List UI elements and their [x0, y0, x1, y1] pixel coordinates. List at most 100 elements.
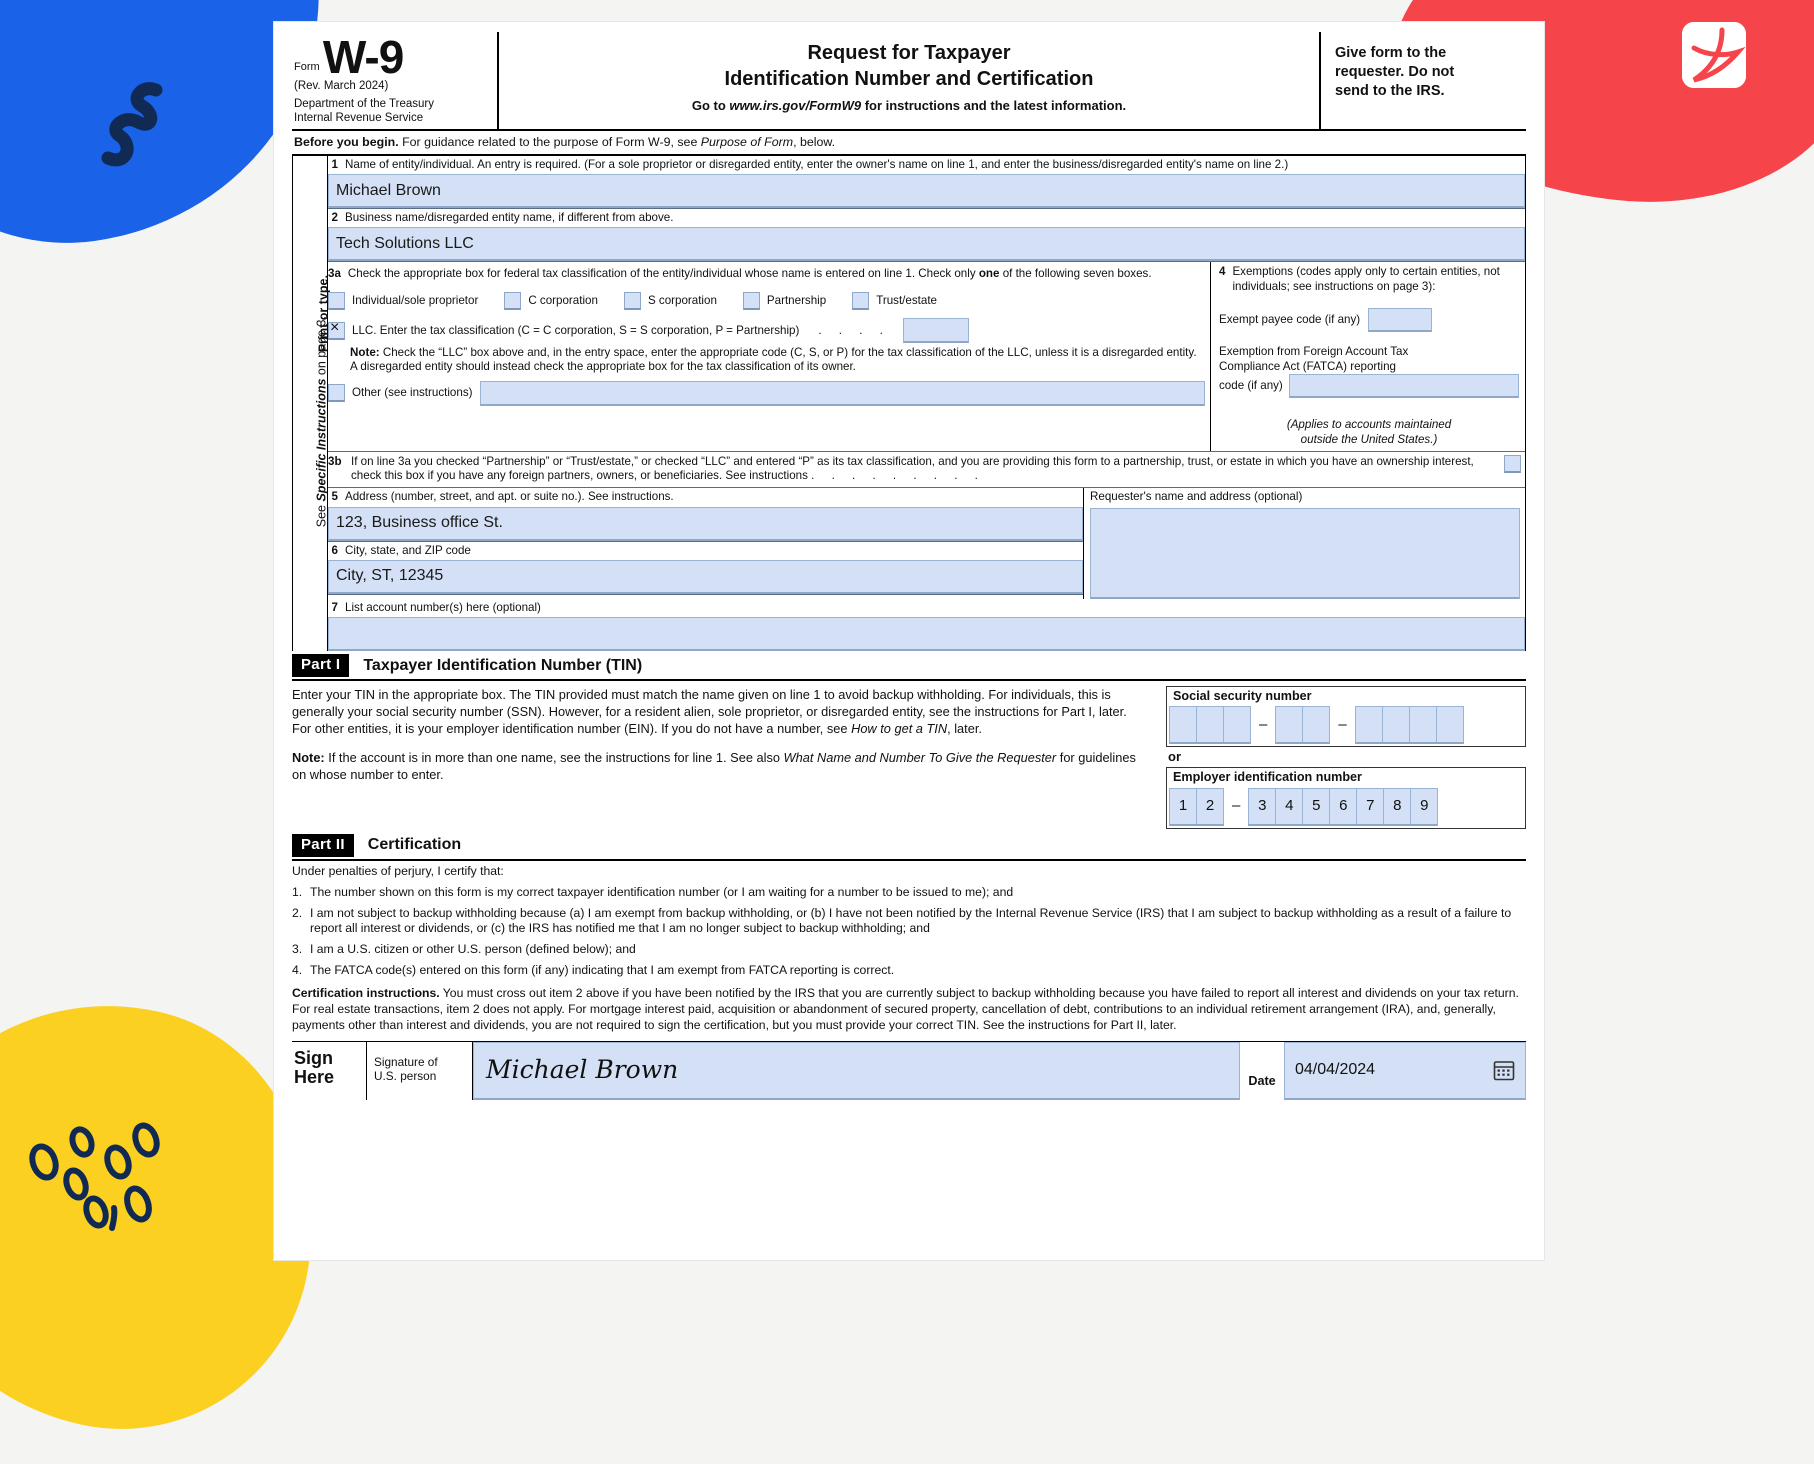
goto-suffix: for instructions and the latest informat…: [861, 98, 1127, 114]
ein-box: Employer identification number 1 2 – 3 4…: [1166, 767, 1526, 829]
requester-label: Requester's name and address (optional): [1090, 490, 1303, 504]
checkbox-icon-partnership[interactable]: [742, 292, 760, 311]
line-5-address-input[interactable]: 123, Business office St.: [328, 506, 1083, 541]
ein-digit[interactable]: 1: [1170, 788, 1197, 824]
exempt-payee-row: Exempt payee code (if any): [1219, 308, 1519, 333]
checkbox-label-s-corp: S corporation: [647, 294, 717, 308]
signature-input[interactable]: Michael Brown: [473, 1041, 1240, 1100]
calendar-icon[interactable]: [1493, 1059, 1515, 1081]
line-6-label-row: 6 City, state, and ZIP code: [328, 542, 1083, 560]
checkbox-partnership[interactable]: Partnership: [742, 292, 826, 311]
certification-instructions: Certification instructions. You must cro…: [292, 986, 1526, 1034]
signature-of-label: Signature of U.S. person: [367, 1041, 473, 1100]
ein-digit[interactable]: 9: [1411, 789, 1437, 824]
ein-digit[interactable]: 5: [1303, 788, 1331, 824]
part-1-body: Enter your TIN in the appropriate box. T…: [292, 681, 1526, 831]
signature-label-line-1: Signature of: [374, 1054, 438, 1069]
ssn-group-1[interactable]: [1169, 706, 1251, 745]
form-header-center: Request for Taxpayer Identification Numb…: [499, 32, 1321, 129]
llc-tax-class-input[interactable]: [902, 318, 969, 344]
line-3b-row: 3b If on line 3a you checked “Partnershi…: [328, 452, 1525, 487]
line-6-city-state-zip-input[interactable]: City, ST, 12345: [328, 559, 1083, 594]
checkbox-icon-foreign-partners[interactable]: [1504, 455, 1521, 474]
ssn-digit[interactable]: [1170, 707, 1197, 743]
requester-name-address-input[interactable]: [1090, 507, 1520, 599]
ssn-digit[interactable]: [1303, 707, 1329, 742]
ssn-digit[interactable]: [1383, 707, 1410, 743]
checkbox-c-corporation[interactable]: C corporation: [504, 292, 598, 311]
line-1-label: Name of entity/individual. An entry is r…: [345, 157, 1289, 171]
pdf-logo-icon: [1682, 22, 1746, 88]
department-line-2: Internal Revenue Service: [294, 111, 424, 124]
fatca-label-line-1: Exemption from Foreign Account Tax: [1219, 345, 1409, 359]
w9-form-document: Form W-9 (Rev. March 2024) Department of…: [274, 22, 1544, 1260]
checkbox-individual-sole-proprietor[interactable]: Individual/sole proprietor: [328, 292, 478, 311]
before-you-begin-bold: Before you begin.: [294, 134, 399, 149]
ein-group-1[interactable]: 1 2: [1169, 787, 1224, 826]
ein-digit[interactable]: 3: [1249, 788, 1277, 824]
checkbox-icon-trust-estate[interactable]: [852, 292, 870, 311]
line-3a-label-bold: one: [978, 267, 1000, 281]
line-3b-block: 3b If on line 3a you checked “Partnershi…: [328, 452, 1525, 489]
line-2-business-name-input[interactable]: Tech Solutions LLC: [328, 227, 1525, 262]
ssn-group-2[interactable]: [1275, 706, 1331, 745]
fatca-code-input[interactable]: [1288, 374, 1519, 399]
sign-here-line-2: Here: [294, 1066, 335, 1087]
ein-digit[interactable]: 2: [1197, 789, 1223, 824]
form-word-label: Form: [294, 60, 320, 73]
line-2-label: Business name/disregarded entity name, i…: [345, 211, 674, 225]
other-label: Other (see instructions): [352, 386, 473, 400]
checkbox-s-corporation[interactable]: S corporation: [623, 292, 717, 311]
ein-digit[interactable]: 4: [1276, 788, 1304, 824]
fatca-label-line-3: code (if any): [1219, 378, 1283, 392]
ssn-digit[interactable]: [1276, 707, 1304, 743]
ssn-group-3[interactable]: [1354, 706, 1464, 745]
other-classification-row: Other (see instructions): [328, 380, 1205, 406]
exempt-payee-label: Exempt payee code (if any): [1219, 313, 1361, 327]
line-3a-label-post: of the following seven boxes.: [999, 267, 1152, 281]
ein-group-2[interactable]: 3 4 5 6 7 8 9: [1248, 787, 1439, 826]
date-input[interactable]: 04/04/2024: [1284, 1041, 1526, 1100]
decorative-rings: [22, 1100, 202, 1240]
applies-note-line-2: outside the United States.): [1300, 432, 1438, 446]
checkbox-trust-estate[interactable]: Trust/estate: [852, 292, 937, 311]
checkbox-label-trust-estate: Trust/estate: [876, 294, 937, 308]
signature-row: Sign Here Signature of U.S. person Micha…: [292, 1040, 1526, 1100]
ein-digit[interactable]: 8: [1384, 788, 1412, 824]
what-name-number-ref: What Name and Number To Give the Request…: [783, 749, 1057, 765]
checkbox-icon-s-corp[interactable]: [623, 292, 641, 311]
decorative-squiggle: [90, 62, 200, 172]
line-5-label: Address (number, street, and apt. or sui…: [345, 490, 674, 504]
line-7-account-numbers-input[interactable]: [328, 616, 1525, 651]
line-1-name-input[interactable]: Michael Brown: [328, 174, 1525, 209]
or-separator: or: [1168, 749, 1181, 765]
line-6-block: 6 City, state, and ZIP code City, ST, 12…: [328, 542, 1083, 595]
llc-note: Note: Check the “LLC” box above and, in …: [328, 346, 1205, 374]
part-1-note: Note: If the account is in more than one…: [292, 749, 1148, 783]
checkbox-icon-c-corp[interactable]: [504, 292, 522, 311]
checkbox-icon-other[interactable]: [328, 384, 345, 403]
ein-digit[interactable]: 6: [1330, 788, 1358, 824]
before-you-begin-text: For guidance related to the purpose of F…: [398, 134, 701, 149]
ein-digit[interactable]: 7: [1357, 788, 1385, 824]
checkbox-icon-individual[interactable]: [328, 292, 345, 311]
ssn-digit[interactable]: [1437, 707, 1463, 742]
part-2-bar: Part II Certification: [292, 833, 1526, 861]
exempt-payee-code-input[interactable]: [1368, 308, 1433, 333]
address-left-column: 5 Address (number, street, and apt. or s…: [328, 488, 1084, 599]
certification-item: 2. I am not subject to backup withholdin…: [292, 906, 1526, 938]
ssn-digit[interactable]: [1224, 707, 1250, 742]
part-1-instructions: Enter your TIN in the appropriate box. T…: [292, 686, 1148, 829]
ssn-digit[interactable]: [1197, 707, 1224, 743]
checkbox-icon-llc[interactable]: [328, 319, 345, 340]
fatca-block: Exemption from Foreign Account Tax Compl…: [1219, 345, 1519, 399]
line-3b-number: 3b: [328, 455, 342, 469]
form-goto-line: Go to www.irs.gov/FormW9 for instruction…: [505, 98, 1313, 114]
ssn-digit[interactable]: [1356, 707, 1383, 743]
part-1-note-bold: Note:: [292, 749, 325, 765]
irs-url-link[interactable]: www.irs.gov/FormW9: [729, 98, 861, 113]
other-classification-input[interactable]: [479, 380, 1205, 406]
part-1-para-1-tail: , later.: [947, 720, 982, 736]
ssn-digit[interactable]: [1410, 707, 1437, 743]
line-3b-text: If on line 3a you checked “Partnership” …: [351, 455, 1497, 483]
